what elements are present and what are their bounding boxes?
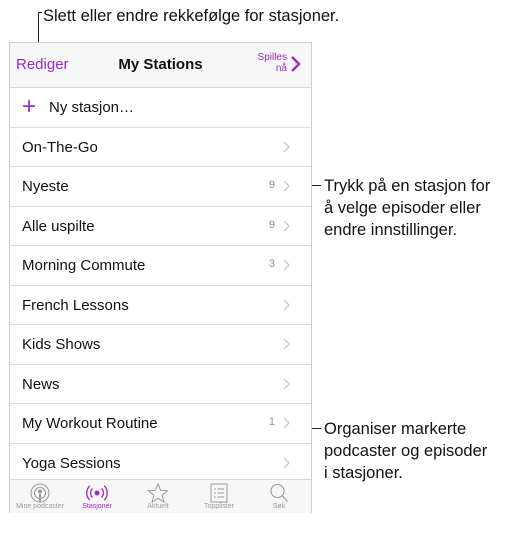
callout-middle-line-2: å velge episoder eller <box>324 199 481 217</box>
station-row[interactable]: French Lessons <box>10 286 311 325</box>
callout-bottom-line-2: podcaster og episoder <box>324 442 488 460</box>
station-name: On-The-Go <box>22 138 98 156</box>
tab-label: Topplister <box>204 503 234 510</box>
callout-bottom-line-1: Organiser markerte <box>324 420 467 438</box>
callout-middle-line-1: Trykk på en stasjon for <box>324 177 491 195</box>
episode-count: 3 <box>268 258 275 270</box>
chevron-right-icon <box>283 180 290 192</box>
chevron-right-icon <box>283 299 290 310</box>
callout-bottom-line-3: i stasjoner. <box>324 464 403 482</box>
tab-bar: Mine podcaster Stasjoner Aktuelt Topplis… <box>10 479 311 513</box>
station-name: Alle uspilte <box>22 217 95 235</box>
station-row[interactable]: News <box>10 365 311 404</box>
tab-label: Stasjoner <box>82 503 112 510</box>
tab-label: Søk <box>272 503 286 510</box>
chevron-right-icon <box>283 259 290 271</box>
tab-my-podcasts[interactable]: Mine podcaster <box>10 480 70 513</box>
station-name: French Lessons <box>22 296 129 314</box>
callout-top-tick <box>38 12 42 13</box>
callout-middle-line-3: endre innstillinger. <box>324 221 457 239</box>
station-name: News <box>22 375 60 393</box>
station-row[interactable]: On-The-Go <box>10 128 311 167</box>
new-station-label: Ny stasjon… <box>49 99 135 116</box>
plus-icon: + <box>22 93 37 120</box>
chevron-right-icon <box>283 141 290 152</box>
station-row[interactable]: Kids Shows <box>10 325 311 365</box>
tab-stations[interactable]: Stasjoner <box>67 480 127 513</box>
tab-featured[interactable]: Aktuelt <box>128 480 188 513</box>
tab-label: Mine podcaster <box>16 503 64 510</box>
callout-middle: Trykk på en stasjon for å velge episoder… <box>324 175 490 241</box>
station-row[interactable]: My Workout Routine 1 <box>10 404 311 444</box>
chevron-right-icon <box>283 220 290 231</box>
stations-icon <box>86 485 108 501</box>
tab-label: Aktuelt <box>147 503 169 510</box>
tab-search[interactable]: Søk <box>249 480 309 513</box>
navigation-bar: Rediger My Stations Spilles nå <box>10 43 311 88</box>
station-row[interactable]: Yoga Sessions <box>10 444 311 483</box>
chevron-right-icon <box>283 417 290 429</box>
episode-count: 1 <box>268 416 275 428</box>
podcast-icon <box>30 483 50 503</box>
episode-count: 9 <box>268 218 275 231</box>
now-playing-label-1: Spilles <box>257 52 287 63</box>
now-playing-button[interactable]: Spilles nå <box>258 52 287 74</box>
tab-top-charts[interactable]: Topplister <box>189 480 249 513</box>
station-name: My Workout Routine <box>22 415 158 432</box>
callout-top: Slett eller endre rekkefølge for stasjon… <box>43 7 340 25</box>
list-icon <box>210 483 228 503</box>
episode-count: 9 <box>268 179 275 191</box>
chevron-right-icon <box>283 338 290 350</box>
search-icon <box>270 483 288 502</box>
station-name: Nyeste <box>22 178 69 195</box>
station-name: Yoga Sessions <box>22 454 121 472</box>
chevron-right-icon[interactable] <box>286 55 304 73</box>
station-row[interactable]: Morning Commute 3 <box>10 246 311 286</box>
star-icon <box>147 482 169 504</box>
callout-bottom: Organiser markerte podcaster og episoder… <box>324 418 487 484</box>
station-name: Kids Shows <box>22 336 101 353</box>
chevron-right-icon <box>283 378 290 389</box>
phone-screen: Rediger My Stations Spilles nå + Ny stas… <box>9 42 312 513</box>
station-row[interactable]: Alle uspilte 9 <box>10 207 311 246</box>
chevron-right-icon <box>283 457 290 468</box>
station-name: Morning Commute <box>22 257 146 274</box>
station-row[interactable]: Nyeste 9 <box>10 167 311 207</box>
new-station-row[interactable]: + Ny stasjon… <box>10 88 311 128</box>
